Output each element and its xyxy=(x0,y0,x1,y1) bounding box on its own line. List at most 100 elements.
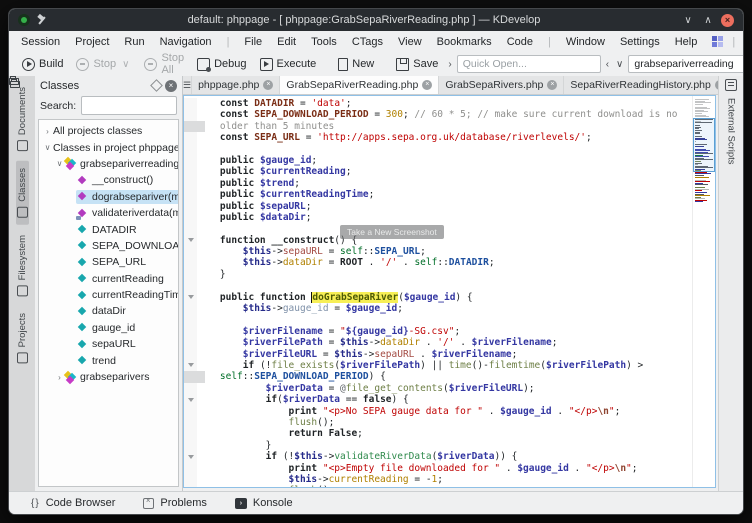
menu-run[interactable]: Run xyxy=(124,36,144,48)
float-panel-icon[interactable] xyxy=(150,79,163,92)
menu-edit[interactable]: Edit xyxy=(277,36,296,48)
tab-label: SepaRiverReadingHistory.php xyxy=(570,79,710,91)
debug-button[interactable]: Debug xyxy=(192,56,251,73)
save-button[interactable]: Save xyxy=(391,56,443,73)
code-line: return False; xyxy=(184,428,692,439)
nav-down-chevron-icon[interactable]: ∨ xyxy=(614,59,625,70)
tree-item-sepa_download_period[interactable]: SEPA_DOWNLOAD_PERIOD xyxy=(39,238,178,254)
menu-file[interactable]: File xyxy=(244,36,262,48)
statusbar-problems[interactable]: Problems xyxy=(143,497,206,509)
tab-grabseparivers.php[interactable]: GrabSepaRivers.php× xyxy=(439,76,564,94)
nav-back-chevron-icon[interactable]: ‹ xyxy=(604,59,611,70)
tab-phppage.php[interactable]: phppage.php× xyxy=(192,76,280,94)
menu-tools[interactable]: Tools xyxy=(311,36,337,48)
new-file-icon xyxy=(338,58,348,71)
close-button[interactable]: × xyxy=(721,14,734,27)
menu-session[interactable]: Session xyxy=(21,36,60,48)
menu-view[interactable]: View xyxy=(398,36,422,48)
tree-item-grabsepariverreading[interactable]: ∨grabsepariverreading xyxy=(39,156,178,172)
editor-zone: ☰ phppage.php×GrabSepaRiverReading.php×G… xyxy=(183,76,718,491)
expander-icon[interactable]: ∨ xyxy=(43,143,52,152)
code-line: flush(); xyxy=(184,417,692,428)
fold-marker-icon[interactable] xyxy=(188,398,194,402)
toolbar-search-input[interactable] xyxy=(628,55,744,73)
tab-close-icon[interactable]: × xyxy=(547,80,557,90)
statusbar-code-browser[interactable]: {}Code Browser xyxy=(31,497,115,509)
quick-open-input[interactable] xyxy=(457,55,601,73)
close-panel-icon[interactable]: × xyxy=(165,80,177,92)
editor-gutter xyxy=(184,144,197,155)
class-icon xyxy=(65,372,76,383)
classes-search-input[interactable] xyxy=(81,96,177,115)
code-line: public $currentReadingTime; xyxy=(184,189,692,200)
tree-item-datadir[interactable]: DATADIR xyxy=(39,221,178,237)
minimap-viewport[interactable] xyxy=(693,118,715,172)
toolbar-overflow-icon[interactable]: › xyxy=(446,59,453,70)
execute-button[interactable]: Execute xyxy=(255,56,322,73)
menu-window[interactable]: Window xyxy=(566,36,605,48)
minimap-scrollbar[interactable] xyxy=(692,96,715,487)
tab-external-scripts[interactable]: External Scripts xyxy=(726,98,737,165)
sidebar-tab-filesystem[interactable]: Filesystem xyxy=(16,228,29,303)
tab-separiverreadinghistory.php[interactable]: SepaRiverReadingHistory.php× xyxy=(564,76,731,94)
external-scripts-icon[interactable] xyxy=(725,79,737,91)
fold-marker-icon[interactable] xyxy=(188,455,194,459)
stop-button[interactable]: Stop∨ xyxy=(71,56,136,73)
braces-icon: {} xyxy=(31,498,40,509)
tab-grabsepariverreading.php[interactable]: GrabSepaRiverReading.php× xyxy=(280,76,439,94)
window-title: default: phppage - [ phppage:GrabSepaRiv… xyxy=(53,14,675,26)
tree-item-label: SEPA_URL xyxy=(92,256,146,268)
tree-item-trend[interactable]: trend xyxy=(39,352,178,368)
fold-marker-icon[interactable] xyxy=(188,295,194,299)
maximize-button[interactable]: ∧ xyxy=(701,15,715,26)
menu-navigation[interactable]: Navigation xyxy=(160,36,212,48)
expander-icon[interactable]: › xyxy=(55,373,64,382)
menu-ctags[interactable]: CTags xyxy=(352,36,383,48)
build-button[interactable]: Build xyxy=(17,56,68,73)
tree-item-currentreading[interactable]: currentReading xyxy=(39,271,178,287)
tree-item-label: DATADIR xyxy=(92,224,137,236)
statusbar-konsole[interactable]: ›Konsole xyxy=(235,497,293,509)
menu-bookmarks[interactable]: Bookmarks xyxy=(437,36,492,48)
stop-icon xyxy=(76,58,89,71)
editor-gutter xyxy=(184,428,197,439)
sidebar-tab-classes[interactable]: Classes xyxy=(16,161,29,225)
tree-item-validateriverdata-mixed-[interactable]: validateriverdata(mixed) xyxy=(39,205,178,221)
dropdown-chevron-icon[interactable]: ∨ xyxy=(120,59,131,70)
tree-item-sepaurl[interactable]: sepaURL xyxy=(39,336,178,352)
fold-marker-icon[interactable] xyxy=(188,363,194,367)
tree-item-grabseparivers[interactable]: ›grabseparivers xyxy=(39,369,178,385)
editor-gutter xyxy=(184,371,197,382)
tree-item-datadir[interactable]: dataDir xyxy=(39,303,178,319)
editor-gutter xyxy=(184,166,197,177)
classes-tree[interactable]: ›All projects classes∨Classes in project… xyxy=(38,119,179,487)
menu-code[interactable]: Code xyxy=(507,36,533,48)
tree-item-gauge_id[interactable]: gauge_id xyxy=(39,320,178,336)
editor-gutter xyxy=(184,337,197,348)
activities-grid-icon[interactable] xyxy=(712,36,723,47)
document-list-icon[interactable]: ☰ xyxy=(183,76,192,94)
new-button[interactable]: New xyxy=(333,56,379,73)
code-line: older than 5 minutes xyxy=(184,121,692,132)
menu-project[interactable]: Project xyxy=(75,36,109,48)
sidebar-tab-documents[interactable]: Documents xyxy=(16,80,29,158)
tree-item-sepa_url[interactable]: SEPA_URL xyxy=(39,254,178,270)
expander-icon[interactable]: › xyxy=(43,127,52,136)
tree-item-all-projects-classes[interactable]: ›All projects classes xyxy=(39,123,178,139)
filesystem-icon xyxy=(17,285,28,296)
menu-settings[interactable]: Settings xyxy=(620,36,660,48)
tree-item-dograbsepariver-mixed-[interactable]: dograbsepariver(mixed) xyxy=(39,189,178,205)
fold-marker-icon[interactable] xyxy=(188,238,194,242)
field-icon xyxy=(77,257,88,268)
minimize-button[interactable]: ∨ xyxy=(681,15,695,26)
tree-item-__construct-[interactable]: __construct() xyxy=(39,172,178,188)
menu-help[interactable]: Help xyxy=(675,36,698,48)
tree-item-classes-in-project-phppage[interactable]: ∨Classes in project phppage xyxy=(39,139,178,155)
titlebar[interactable]: default: phppage - [ phppage:GrabSepaRiv… xyxy=(9,9,743,31)
stop-all-button[interactable]: Stop All xyxy=(139,50,189,78)
sidebar-tab-projects[interactable]: Projects xyxy=(16,306,29,370)
code-editor[interactable]: const DATADIR = 'data'; const SEPA_DOWNL… xyxy=(184,96,692,487)
tab-close-icon[interactable]: × xyxy=(263,80,273,90)
tree-item-currentreadingtime[interactable]: currentReadingTime xyxy=(39,287,178,303)
tab-close-icon[interactable]: × xyxy=(422,80,432,90)
